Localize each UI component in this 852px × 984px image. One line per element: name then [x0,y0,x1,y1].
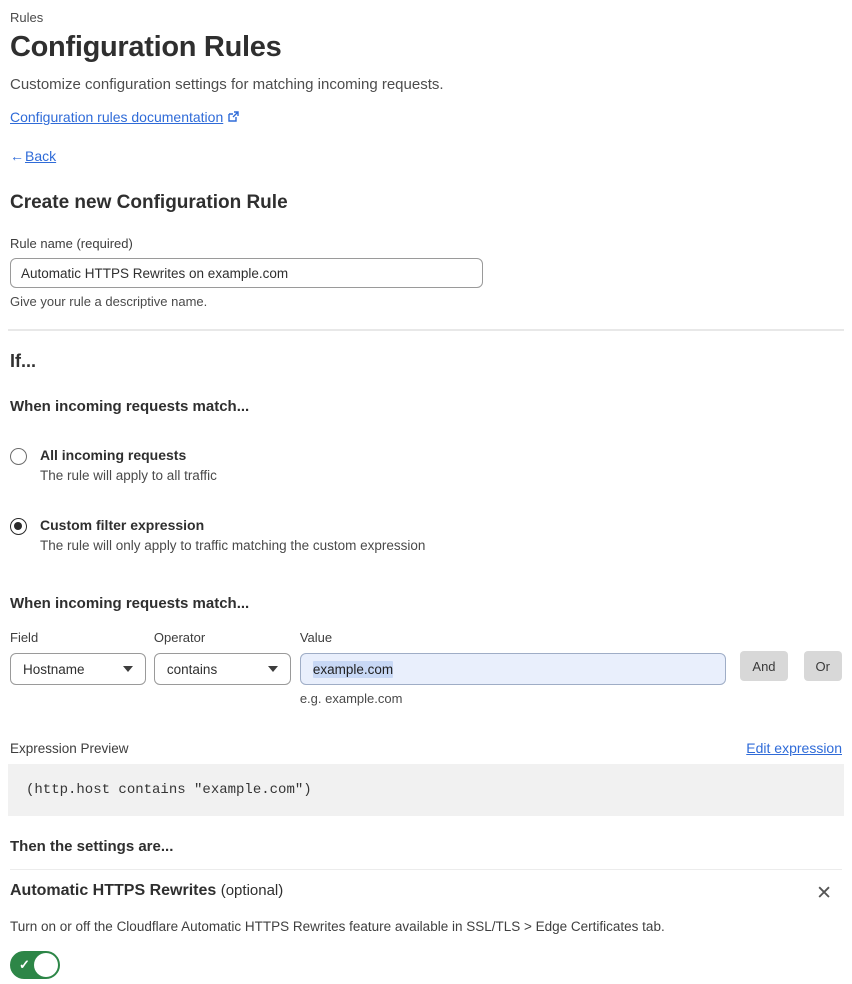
value-input-text: example.com [312,660,394,678]
expression-preview-block: (http.host contains "example.com") [8,764,844,816]
rule-name-label: Rule name (required) [10,236,133,251]
setting-card-automatic-https-rewrites: Automatic HTTPS Rewrites (optional) ✕ Tu… [10,869,842,984]
back-link[interactable]: Back [25,148,56,164]
field-label: Field [10,630,39,645]
rule-name-input[interactable] [10,258,483,288]
value-help-text: e.g. example.com [299,691,403,706]
then-settings-heading: Then the settings are... [10,838,174,855]
external-link-icon [227,110,239,126]
section-divider [8,329,844,331]
documentation-link[interactable]: Configuration rules documentation [10,109,223,125]
breadcrumb: Rules [10,10,44,25]
page-subtitle: Customize configuration settings for mat… [10,76,444,93]
value-label: Value [299,630,333,645]
operator-label: Operator [153,630,206,645]
field-select[interactable]: Hostname [10,653,146,685]
radio-option-all-incoming-requests[interactable]: All incoming requests The rule will appl… [10,447,842,483]
edit-expression-link[interactable]: Edit expression [746,740,842,756]
radio-unselected-icon[interactable] [10,448,27,465]
or-button[interactable]: Or [803,651,842,681]
expression-builder-heading: When incoming requests match... [10,595,250,612]
operator-select-value: contains [166,661,218,677]
close-icon[interactable]: ✕ [810,882,838,905]
setting-description: Turn on or off the Cloudflare Automatic … [10,919,665,934]
match-type-label: When incoming requests match... [10,398,250,415]
checkmark-icon: ✓ [19,957,30,972]
chevron-down-icon [267,666,278,672]
radio-option-custom-filter-expression[interactable]: Custom filter expression The rule will o… [10,517,842,553]
create-rule-heading: Create new Configuration Rule [10,192,288,213]
chevron-down-icon [122,666,133,672]
automatic-https-rewrites-toggle[interactable]: ✓ [10,951,60,979]
operator-select[interactable]: contains [153,653,291,685]
rule-name-help: Give your rule a descriptive name. [10,294,208,309]
page-title: Configuration Rules [10,31,282,63]
if-heading: If... [10,351,36,371]
and-button[interactable]: And [740,651,788,681]
radio-option-label: All incoming requests [40,447,187,463]
radio-option-description: The rule will only apply to traffic matc… [40,538,426,553]
radio-selected-icon[interactable] [10,518,27,535]
setting-optional-tag: (optional) [220,882,284,899]
back-arrow-icon: ← [10,148,24,164]
value-input[interactable]: example.com [299,653,727,685]
setting-title: Automatic HTTPS Rewrites (optional) [10,882,283,900]
setting-title-name: Automatic HTTPS Rewrites [10,882,217,899]
back-link-row: ←Back [10,148,842,164]
configuration-rules-page: Rules Configuration Rules Customize conf… [0,0,852,984]
radio-option-description: The rule will apply to all traffic [40,468,217,483]
expression-preview-label: Expression Preview [10,740,129,756]
radio-option-label: Custom filter expression [40,517,205,533]
expression-code: (http.host contains "example.com") [26,782,312,798]
field-select-value: Hostname [23,661,85,677]
toggle-knob [34,953,58,977]
